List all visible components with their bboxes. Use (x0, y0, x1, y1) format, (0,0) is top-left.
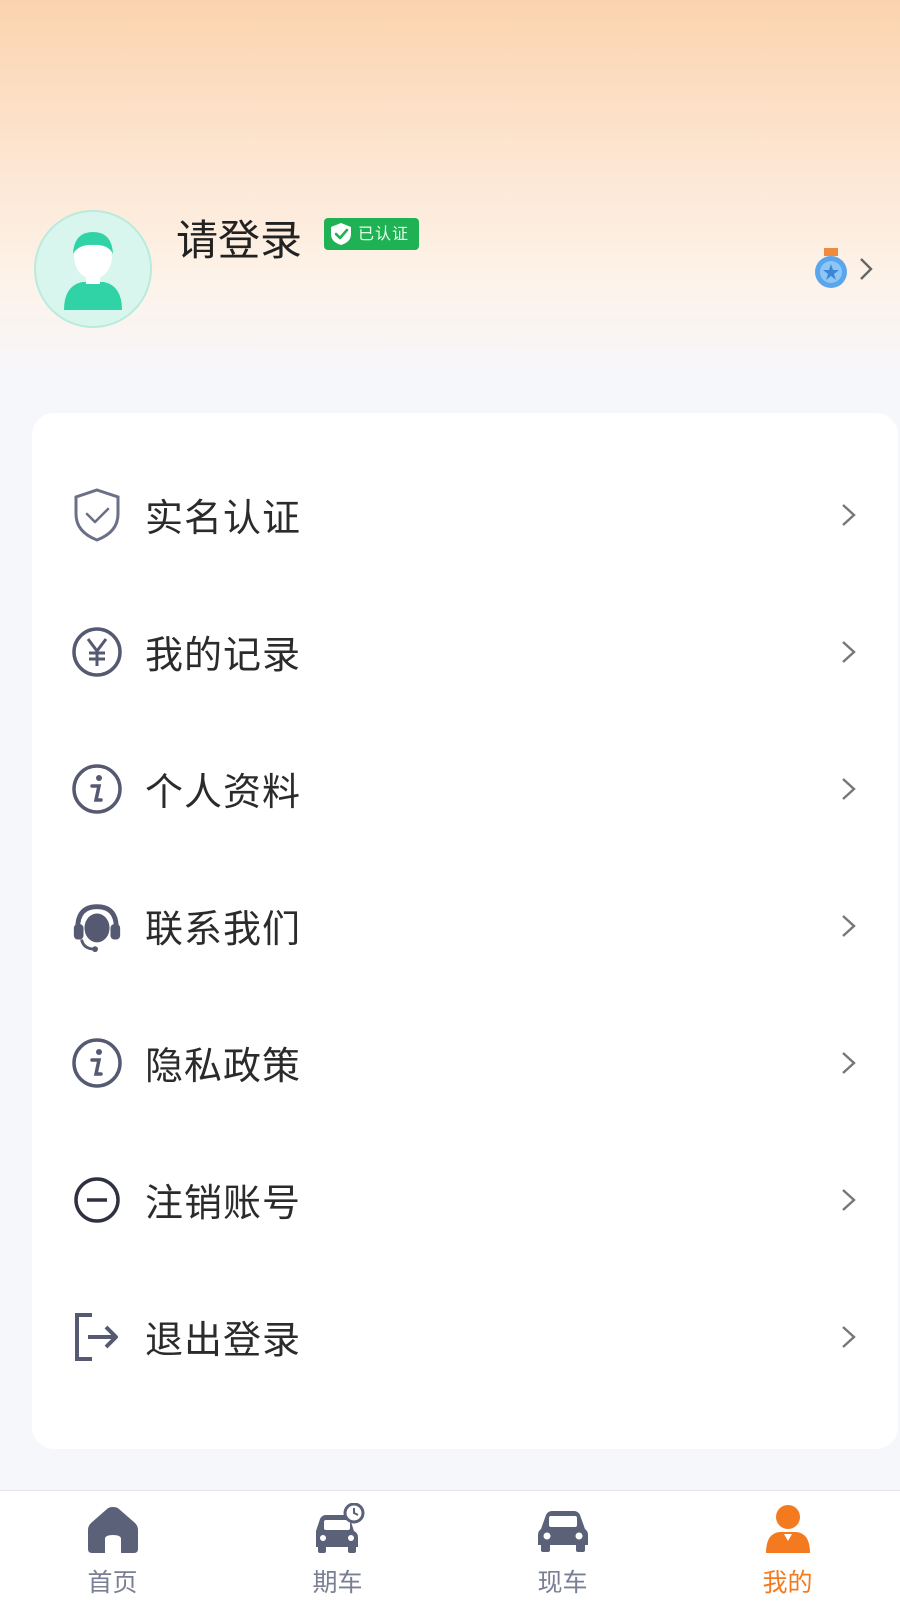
tab-in-stock-cars[interactable]: 现车 (450, 1491, 675, 1601)
login-link[interactable]: 请登录 (176, 216, 302, 266)
tab-mine[interactable]: 我的 (675, 1491, 900, 1601)
bottom-tab-bar: 首页 期车 现车 我的 (0, 1490, 900, 1601)
shield-check-icon (70, 487, 124, 542)
menu-item-label: 实名认证 (145, 496, 302, 540)
chevron-right-icon (842, 640, 856, 663)
avatar[interactable] (34, 210, 152, 328)
verified-badge: 已认证 (324, 218, 420, 250)
menu-item-label: 注销账号 (145, 1181, 302, 1225)
tab-future-cars[interactable]: 期车 (225, 1491, 450, 1601)
info-circle-icon (70, 762, 124, 816)
menu-item-label: 退出登录 (145, 1318, 302, 1362)
menu-item-my-records[interactable]: 我的记录 (32, 583, 898, 720)
chevron-right-icon (842, 503, 856, 526)
verified-shield-icon (331, 223, 351, 245)
tab-label: 我的 (762, 1568, 813, 1597)
chevron-right-icon (842, 1051, 856, 1074)
menu-item-profile-info[interactable]: 个人资料 (32, 720, 898, 857)
car-clock-icon (315, 1503, 364, 1553)
info-circle-icon (70, 1036, 124, 1090)
menu-item-label: 联系我们 (145, 907, 302, 951)
chevron-right-icon (842, 777, 856, 800)
verified-badge-text: 已认证 (358, 224, 410, 243)
yen-circle-icon (70, 625, 124, 679)
menu-item-label: 我的记录 (145, 633, 302, 677)
tab-home[interactable]: 首页 (0, 1491, 225, 1601)
minus-circle-icon (70, 1173, 124, 1227)
tab-label: 现车 (537, 1568, 588, 1597)
menu-item-logout[interactable]: 退出登录 (32, 1268, 898, 1405)
medal-link[interactable] (812, 248, 874, 290)
menu-item-privacy-policy[interactable]: 隐私政策 (32, 994, 898, 1131)
menu-item-real-name[interactable]: 实名认证 (32, 446, 898, 583)
menu-item-label: 个人资料 (145, 770, 302, 814)
user-avatar-icon (36, 212, 150, 326)
car-icon (537, 1511, 588, 1552)
chevron-right-icon (860, 258, 873, 280)
menu-item-contact-us[interactable]: 联系我们 (32, 857, 898, 994)
home-icon (87, 1507, 138, 1553)
tab-label: 首页 (87, 1568, 138, 1597)
headset-icon (70, 899, 124, 953)
logout-icon (70, 1310, 124, 1364)
tab-label: 期车 (312, 1568, 363, 1597)
menu-item-cancel-account[interactable]: 注销账号 (32, 1131, 898, 1268)
chevron-right-icon (842, 914, 856, 937)
user-icon (765, 1505, 810, 1553)
medal-icon (815, 248, 847, 288)
chevron-right-icon (842, 1188, 856, 1211)
profile-header: 请登录 已认证 (34, 210, 874, 335)
chevron-right-icon (842, 1325, 856, 1348)
menu-item-label: 隐私政策 (145, 1044, 302, 1088)
menu-card: 实名认证 我的记录 个人资料 联系我们 隐私政策 注销账号 退出登录 (32, 413, 898, 1449)
